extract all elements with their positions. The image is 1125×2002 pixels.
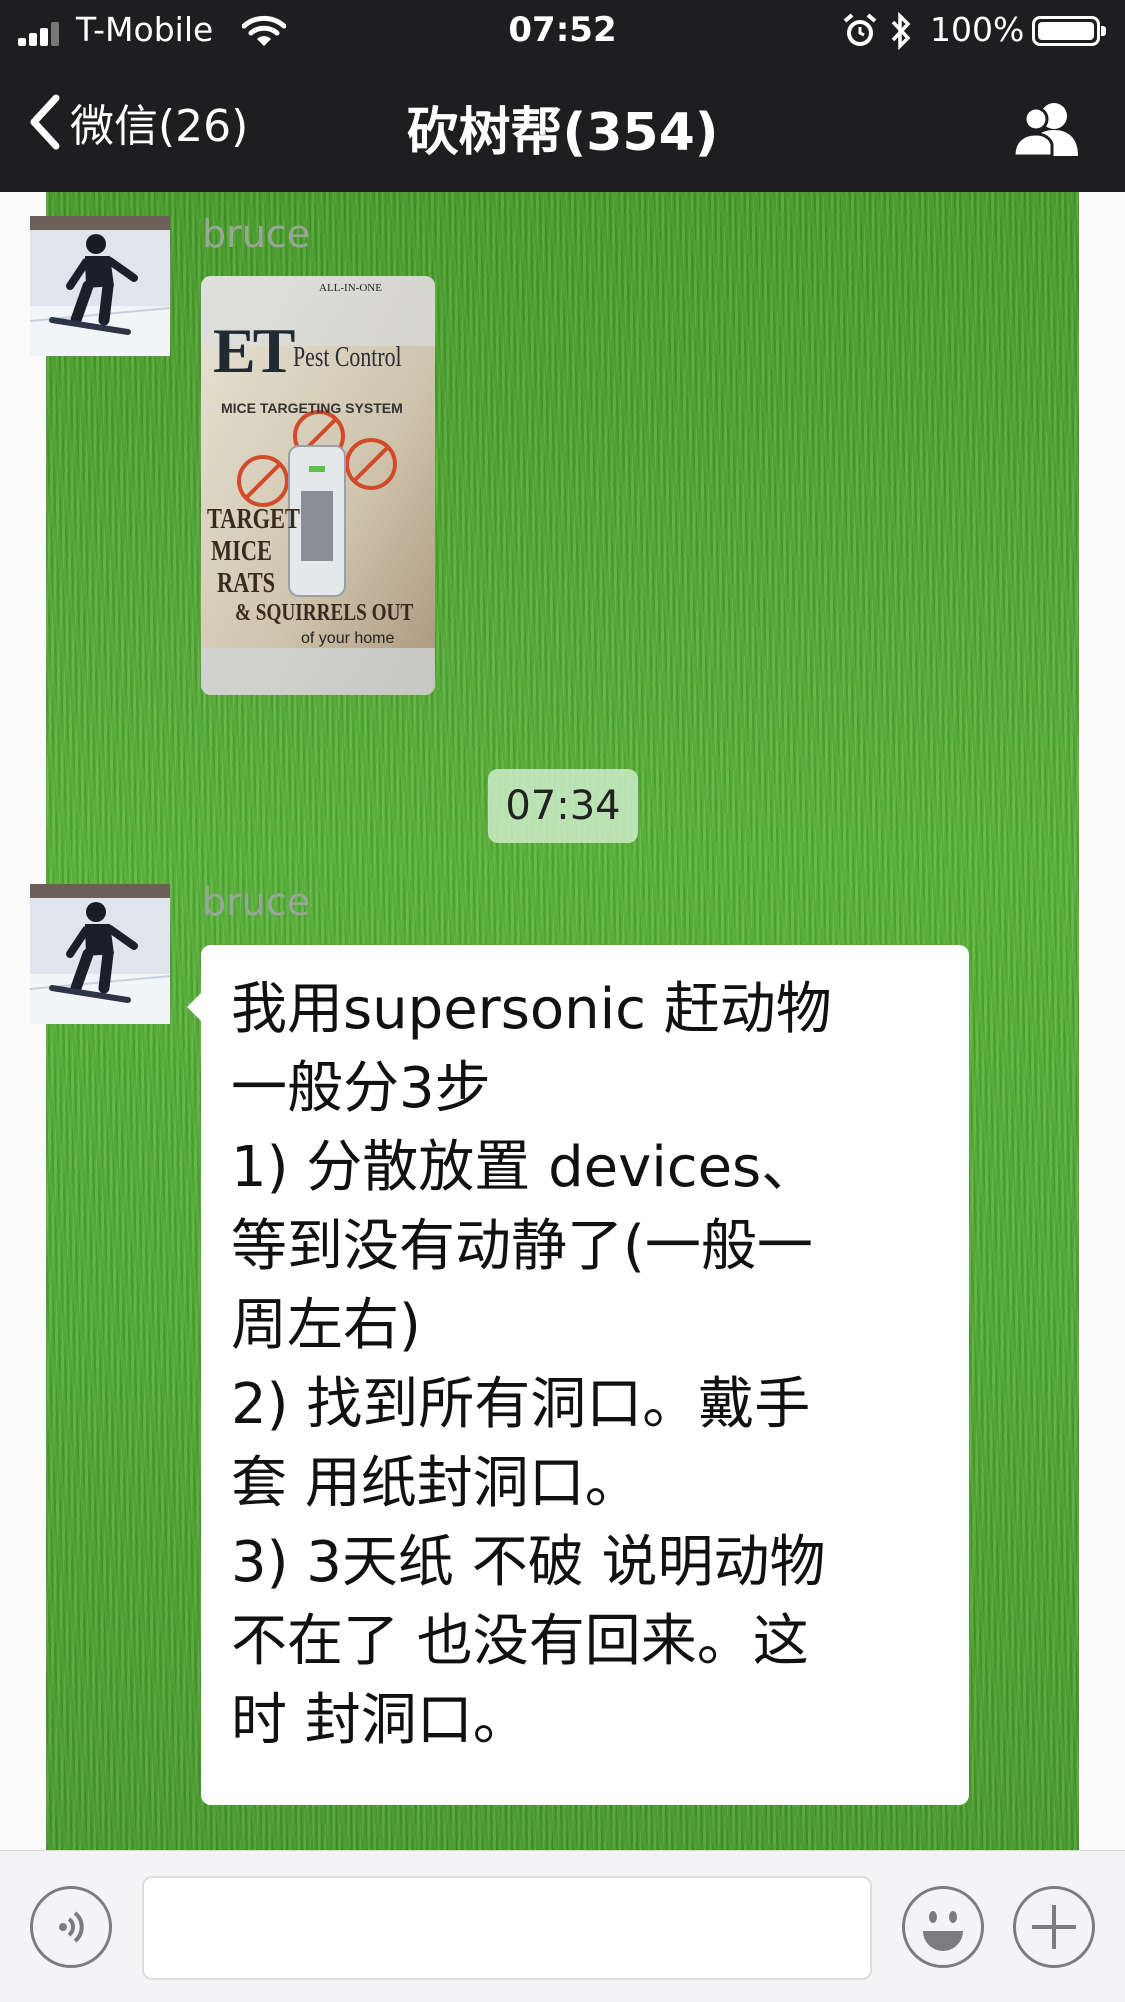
battery-icon [1032,16,1106,46]
nav-bar: 微信(26) 砍树帮(354) [0,62,1125,192]
snowboarder-avatar-image [30,216,170,356]
avatar[interactable] [30,216,170,356]
box-text-product: Pest Control [293,342,402,373]
plus-icon [1032,1905,1076,1949]
sender-name: bruce [202,880,311,924]
box-text-rats: RATS [217,568,276,599]
message-line: 周左右) [231,1293,421,1358]
emoji-button[interactable] [902,1886,984,1968]
emoji-icon [923,1911,963,1951]
message-line: 1) 分散放置 devices、 [231,1135,818,1200]
message-line: 时 封洞口。 [231,1688,529,1753]
battery-percent: 100% [930,10,1025,49]
chat-area[interactable]: bruce ALL-IN-ONE ET Pest Control MICE TA… [0,192,1125,1850]
box-text-subtitle: MICE TARGETING SYSTEM [221,400,403,416]
message-timestamp: 07:34 [488,769,638,843]
sender-name: bruce [202,212,311,256]
top-bar: T-Mobile 07:52 100% 微信(26) 砍树帮(354) [0,0,1125,192]
message-line: 一般分3步 [231,1056,491,1121]
message-line: 等到没有动静了(一般一 [231,1214,813,1279]
box-text-logo: ET [213,315,295,386]
wifi-icon [242,15,286,46]
plus-button[interactable] [1013,1886,1095,1968]
message-photo[interactable]: ALL-IN-ONE ET Pest Control MICE TARGETIN… [201,276,435,695]
message-input[interactable] [142,1876,872,1980]
back-button[interactable]: 微信(26) [26,84,248,160]
box-text-small: ALL-IN-ONE [319,282,382,294]
bluetooth-icon [891,11,911,51]
message-line: 2) 找到所有洞口。戴手 [231,1372,811,1437]
message-bubble[interactable]: 我用supersonic 赶动物 一般分3步 1) 分散放置 devices、 … [187,945,969,1805]
snowboarder-avatar-image [30,884,170,1024]
box-text-footer: of your home [301,630,395,647]
back-label: 微信(26) [70,101,249,152]
box-text-squirrels: & SQUIRRELS OUT [235,600,414,626]
carrier-label: T-Mobile [76,10,214,49]
alarm-icon [843,13,877,46]
signal-icon [18,22,72,46]
message-line: 不在了 也没有回来。这 [231,1609,809,1674]
input-bar [0,1850,1125,2002]
chevron-left-icon [30,94,60,150]
message-line: 套 用纸封洞口。 [231,1451,641,1516]
voice-icon [59,1911,84,1943]
group-members-icon[interactable] [1012,100,1084,158]
voice-button[interactable] [30,1886,112,1968]
message-line: 我用supersonic 赶动物 [231,977,832,1042]
message-line: 3) 3天纸 不破 说明动物 [231,1530,826,1595]
status-bar: T-Mobile 07:52 100% [0,0,1125,62]
avatar[interactable] [30,884,170,1024]
box-text-target: TARGET [207,504,300,535]
box-text-mice: MICE [211,536,272,567]
